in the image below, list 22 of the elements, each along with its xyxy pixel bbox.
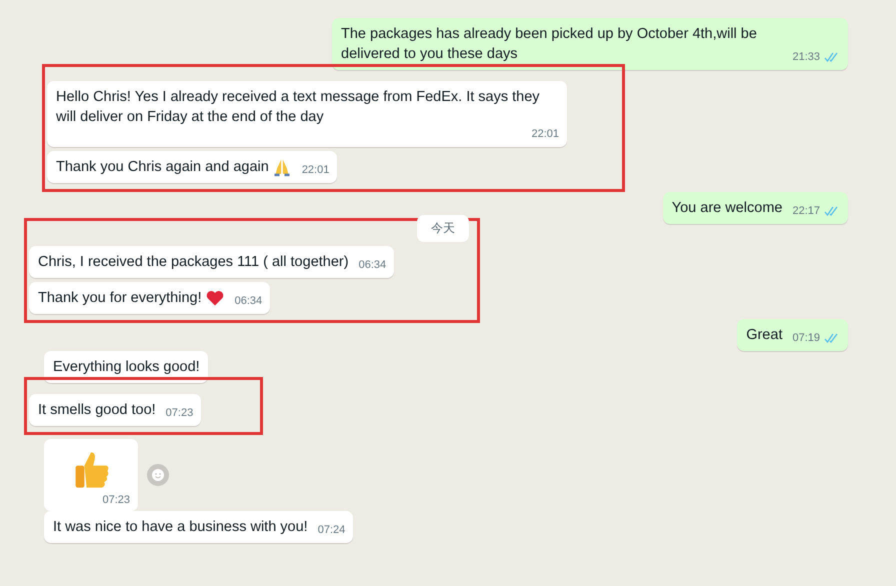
message-text: Thank you for everything! bbox=[38, 289, 202, 308]
message-text: It was nice to have a business with you! bbox=[53, 518, 308, 537]
message-text: It smells good too! bbox=[38, 401, 156, 420]
message-time: 22:01 bbox=[530, 127, 559, 141]
message-time: 07:23 bbox=[101, 493, 130, 507]
message-time: 07:23 bbox=[164, 406, 194, 420]
message-text: Everything looks good! bbox=[53, 358, 200, 377]
message-time: 22:01 bbox=[300, 163, 330, 177]
message-time: 07:19 bbox=[791, 331, 820, 345]
message-time: 22:17 bbox=[791, 204, 820, 218]
date-chip: 今天 bbox=[417, 215, 469, 242]
message-time: 06:34 bbox=[358, 258, 386, 272]
message-text: Great bbox=[746, 326, 782, 345]
message-text: You are welcome bbox=[672, 199, 782, 218]
message-time: 07:24 bbox=[316, 523, 346, 537]
message-text: The packages has already been picked up by October 4th,will be delivered to you these days bbox=[341, 25, 758, 64]
message-text: Chris, I received the packages 111 ( all together) bbox=[38, 253, 349, 272]
message-time: 06:34 bbox=[234, 294, 262, 308]
message-text: Hello Chris! Yes I already received a text message from FedEx. It says they will deliver on Friday at the end of the day bbox=[56, 88, 541, 127]
message-text: Thank you Chris again and again bbox=[56, 158, 269, 177]
message-time: 21:33 bbox=[791, 50, 820, 64]
emoji-reaction-icon[interactable] bbox=[146, 463, 170, 487]
